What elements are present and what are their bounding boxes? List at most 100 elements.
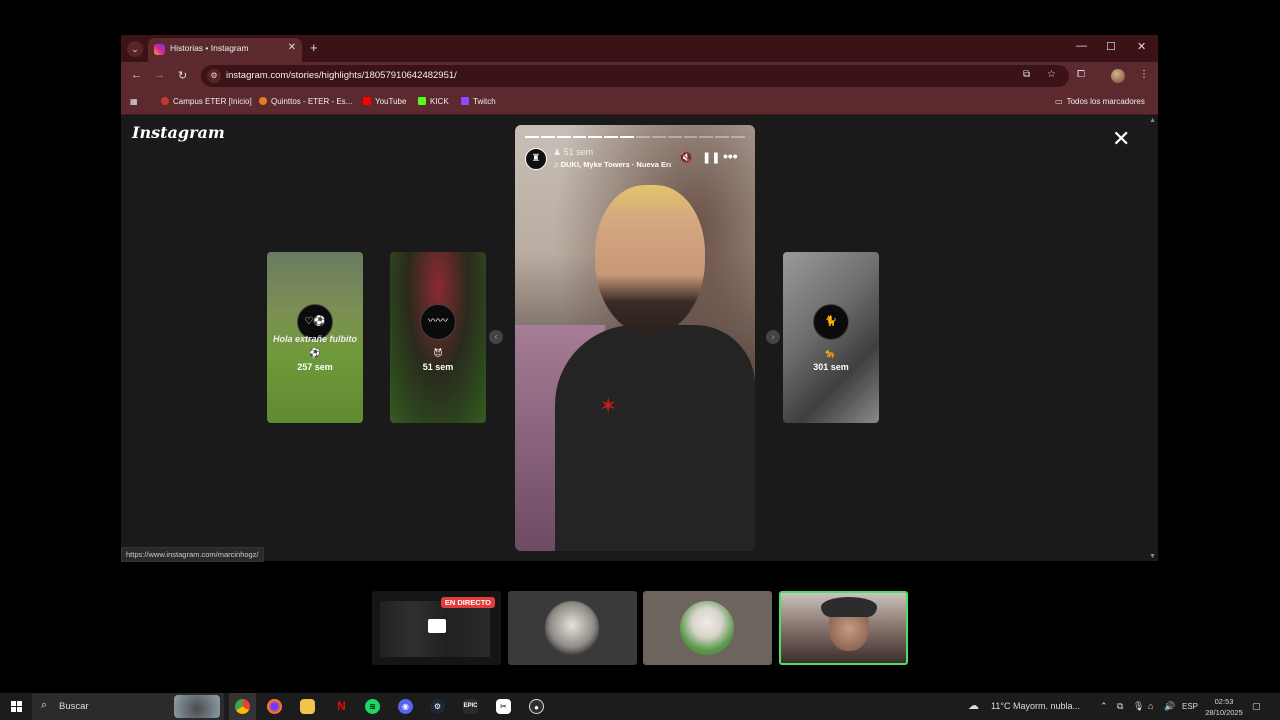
scroll-down-icon[interactable]: ▼ [1149, 553, 1156, 560]
forward-icon[interactable]: → [154, 69, 165, 81]
bookmark-label: KICK [430, 97, 449, 106]
live-badge: EN DIRECTO [440, 597, 495, 608]
thumbnail-webcam[interactable] [779, 591, 908, 665]
twitch-icon [461, 97, 469, 105]
taskbar-search[interactable]: ⌕ Buscar [32, 693, 224, 720]
file-explorer-icon[interactable] [300, 699, 315, 714]
previous-story-icon[interactable]: ‹ [489, 330, 503, 344]
story-owner-avatar[interactable]: ♜ [525, 148, 547, 170]
address-url[interactable]: instagram.com/stories/highlights/1805791… [226, 70, 457, 81]
maximize-icon[interactable]: ☐ [1106, 40, 1116, 53]
story-progress-segment [715, 136, 730, 138]
microphone-icon[interactable]: 🎙 [1133, 701, 1144, 712]
site-info-icon[interactable]: ⚙ [207, 69, 221, 83]
clock-date: 28/10/2025 [1205, 708, 1243, 717]
window-close-icon[interactable]: ✕ [1137, 40, 1146, 53]
story-person-shirt [555, 325, 755, 551]
epic-games-icon[interactable]: EPIC [463, 699, 478, 714]
thumbnail-stream[interactable]: EN DIRECTO [372, 591, 501, 665]
story-avatar: 🐈 [813, 304, 849, 340]
tab-title: Historias • Instagram [170, 43, 249, 53]
extensions-icon[interactable]: ⧠ [1077, 69, 1085, 80]
story-time-label: 51 sem [563, 147, 594, 157]
story-progress-segment [651, 136, 666, 138]
notifications-icon[interactable]: ▢ [1252, 701, 1261, 712]
story-viewer: Instagram ✕ ▲ ▼ ♡⚽ Hola extrañe fulbito … [121, 115, 1158, 562]
obs-icon[interactable]: ● [529, 699, 544, 714]
folder-icon: ▭ [1055, 97, 1063, 106]
discord-icon[interactable]: ◉ [398, 699, 413, 714]
address-bar[interactable]: ⚙ instagram.com/stories/highlights/18057… [201, 65, 1069, 87]
bookmark-star-icon[interactable]: ☆ [1047, 69, 1056, 80]
weather-cloud-icon[interactable]: ☁ [968, 699, 979, 712]
apps-grid-icon[interactable]: ▦ [130, 97, 138, 106]
language-indicator[interactable]: ESP [1182, 702, 1198, 711]
next-story-icon[interactable]: › [766, 330, 780, 344]
story-time: 257 sem [297, 362, 333, 372]
tab-close-icon[interactable]: ✕ [288, 42, 296, 53]
story-avatar: 〰〰 [420, 304, 456, 340]
browser-window: ⌄ Historias • Instagram ✕ + — ☐ ✕ ← → ↻ … [121, 35, 1158, 562]
story-progress-segment [699, 136, 714, 138]
pause-icon[interactable]: ❚❚ [702, 151, 720, 164]
story-subtitle: Hola extrañe fulbito [272, 334, 357, 344]
reload-icon[interactable]: ↻ [178, 69, 187, 82]
story-time: 301 sem [813, 362, 849, 372]
browser-menu-icon[interactable]: ⋮ [1139, 69, 1149, 80]
profile-avatar[interactable] [1111, 69, 1125, 83]
back-icon[interactable]: ← [131, 69, 142, 81]
windows-start-icon[interactable] [11, 701, 22, 712]
music-icon: ♫ [553, 160, 561, 169]
webcam-cap [821, 597, 877, 617]
shirt-logo: ✶ [599, 393, 618, 418]
bookmark-twitch[interactable]: Twitch [461, 97, 496, 106]
thumbnail-cat[interactable] [508, 591, 637, 665]
mute-icon[interactable]: 🔇 [679, 151, 693, 164]
weather-text[interactable]: 11°C Mayorm. nubla... [991, 701, 1080, 711]
story-progress-segment [540, 136, 555, 138]
spotify-icon[interactable]: ≋ [365, 699, 380, 714]
story-progress-segment [636, 136, 650, 138]
taskbar-clock[interactable]: 02:53 28/10/2025 [1201, 696, 1247, 718]
tab-bar: ⌄ Historias • Instagram ✕ + — ☐ ✕ [121, 35, 1158, 62]
story-music[interactable]: ♫ DUKI, Myke Towers · Nueva Era [553, 160, 671, 169]
tray-app-icon[interactable]: ⧉ [1117, 701, 1123, 712]
firefox-icon[interactable] [267, 699, 282, 714]
network-icon[interactable]: ⌂ [1148, 701, 1153, 711]
all-bookmarks[interactable]: ▭ Todos los marcadores [1055, 97, 1145, 106]
story-music-label: DUKI, Myke Towers · Nueva Era [560, 160, 671, 169]
capcut-icon[interactable]: ✂ [496, 699, 511, 714]
tray-chevron-icon[interactable]: ⌃ [1100, 701, 1108, 712]
bookmark-kick[interactable]: KICK [418, 97, 449, 106]
install-app-icon[interactable]: ⧉ [1023, 69, 1030, 80]
new-tab-icon[interactable]: + [310, 40, 318, 55]
volume-icon[interactable]: 🔊 [1164, 701, 1175, 712]
side-story-card[interactable]: ♡⚽ Hola extrañe fulbito ⚽ 257 sem [267, 252, 363, 423]
story-progress-segment [620, 136, 635, 138]
netflix-icon[interactable]: N [334, 699, 349, 714]
cat-avatar [545, 601, 599, 655]
all-bookmarks-label: Todos los marcadores [1066, 97, 1145, 106]
story-progress-segment [604, 136, 619, 138]
tab-instagram[interactable]: Historias • Instagram ✕ [148, 38, 302, 62]
instagram-logo[interactable]: Instagram [132, 123, 225, 142]
close-story-icon[interactable]: ✕ [1112, 128, 1130, 150]
thumbnail-penguin[interactable] [643, 591, 772, 665]
story-emoji: ⚽ [309, 348, 321, 358]
windows-taskbar: ⌕ Buscar N ≋ ◉ ⚙ EPIC ✂ ● ☁ 11°C Mayorm.… [0, 693, 1280, 720]
chrome-icon[interactable] [235, 699, 250, 714]
bookmark-label: Campus ETER [Inicio] [173, 97, 252, 106]
side-story-card[interactable]: 〰〰 😈 51 sem [390, 252, 486, 423]
bookmark-quinttos[interactable]: Quinttos - ETER - Es... [259, 97, 352, 106]
story-progress-segment [731, 136, 746, 138]
scroll-up-icon[interactable]: ▲ [1149, 117, 1156, 124]
minimize-icon[interactable]: — [1076, 40, 1087, 52]
tab-search-menu-icon[interactable]: ⌄ [127, 41, 143, 57]
bookmark-youtube[interactable]: YouTube [363, 97, 406, 106]
search-highlight-image [174, 695, 220, 718]
current-story[interactable]: ✶ ♜ ♟ 51 sem ♫ DUKI, Myke Towers · Nueva… [515, 125, 755, 551]
more-options-icon[interactable]: ••• [723, 148, 738, 164]
bookmark-campus[interactable]: Campus ETER [Inicio] [161, 97, 252, 106]
steam-icon[interactable]: ⚙ [430, 699, 445, 714]
side-story-card[interactable]: 🐈 🐆 301 sem [783, 252, 879, 423]
